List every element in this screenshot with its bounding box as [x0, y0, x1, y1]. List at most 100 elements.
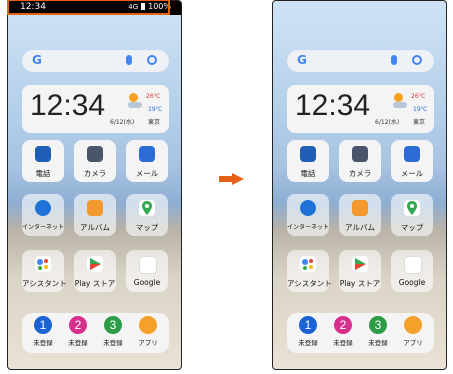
slot1-label: 未登録: [33, 339, 53, 347]
dock: 1 未登録 2 未登録 3 未登録 アプリ: [287, 313, 434, 353]
cloud-icon: [128, 102, 142, 108]
slot3-number: 3: [369, 316, 387, 334]
camera-icon: [87, 146, 103, 162]
temp-low: 19℃: [148, 106, 163, 113]
slot1-number: 1: [34, 316, 52, 334]
phone-icon: [300, 146, 316, 162]
app-camera-label: カメラ: [348, 169, 372, 178]
album-icon: [352, 200, 368, 216]
status-bar-highlight: [7, 0, 170, 15]
slot3-label: 未登録: [103, 339, 123, 347]
app-album-label: アルバム: [345, 223, 375, 232]
dock-slot-3[interactable]: 3 未登録: [361, 316, 395, 350]
slot2-number: 2: [69, 316, 87, 334]
app-playstore-label: Play ストア: [339, 279, 381, 288]
app-camera[interactable]: カメラ: [339, 140, 381, 182]
dock-apps[interactable]: アプリ: [396, 316, 430, 350]
app-mail-label: メール: [135, 169, 159, 178]
apps-grid-icon: [139, 316, 157, 334]
app-phone[interactable]: 電話: [287, 140, 329, 182]
dock-slot-3[interactable]: 3 未登録: [96, 316, 130, 350]
assistant-icon: [300, 256, 316, 272]
app-album[interactable]: アルバム: [74, 194, 116, 236]
mic-icon[interactable]: [391, 55, 397, 65]
clock-time: 12:34: [30, 89, 106, 122]
dock: 1 未登録 2 未登録 3 未登録 アプリ: [22, 313, 169, 353]
clock-weather-widget[interactable]: 12:34 6/12(水) 26℃ 19℃ 東京: [287, 85, 434, 133]
globe-icon: [35, 200, 51, 216]
slot3-number: 3: [104, 316, 122, 334]
app-album[interactable]: アルバム: [339, 194, 381, 236]
temp-high: 26℃: [411, 93, 426, 100]
app-phone-label: 電話: [300, 169, 316, 178]
mail-icon: [404, 146, 420, 162]
slot3-label: 未登録: [368, 339, 388, 347]
phone-right: G 12:34 6/12(水) 26℃ 19℃ 東京 電話 カメラ メール イン…: [272, 0, 447, 370]
dock-apps[interactable]: アプリ: [131, 316, 165, 350]
app-map-label: マップ: [135, 223, 159, 232]
sun-icon: [129, 93, 138, 102]
globe-icon: [300, 200, 316, 216]
app-playstore[interactable]: Play ストア: [339, 250, 381, 292]
app-google-label: Google: [398, 278, 426, 287]
app-camera-label: カメラ: [83, 169, 107, 178]
app-internet[interactable]: インターネット: [22, 194, 64, 236]
apps-grid-icon: [404, 316, 422, 334]
map-pin-icon: [404, 200, 420, 216]
google-g-icon: G: [297, 53, 307, 67]
google-g-icon: G: [32, 53, 42, 67]
slot1-number: 1: [299, 316, 317, 334]
google-search-bar[interactable]: G: [22, 50, 169, 72]
clock-date: 6/12(水): [375, 119, 400, 126]
app-internet-label: インターネット: [287, 224, 330, 231]
mail-icon: [139, 146, 155, 162]
temp-low: 19℃: [413, 106, 428, 113]
camera-icon: [352, 146, 368, 162]
slot2-label: 未登録: [68, 339, 88, 347]
app-mail-label: メール: [400, 169, 424, 178]
dock-slot-2[interactable]: 2 未登録: [326, 316, 360, 350]
app-assistant-label: アシスタント: [22, 279, 67, 288]
app-map[interactable]: マップ: [126, 194, 168, 236]
dock-slot-1[interactable]: 1 未登録: [26, 316, 60, 350]
app-google-folder[interactable]: Google: [391, 250, 433, 292]
apps-label: アプリ: [403, 339, 423, 347]
apps-label: アプリ: [138, 339, 158, 347]
app-mail[interactable]: メール: [126, 140, 168, 182]
lens-icon[interactable]: [147, 55, 157, 65]
app-internet[interactable]: インターネット: [287, 194, 329, 236]
app-mail[interactable]: メール: [391, 140, 433, 182]
play-store-icon: [87, 256, 103, 272]
clock-date: 6/12(水): [110, 119, 135, 126]
app-phone-label: 電話: [35, 169, 51, 178]
slot2-label: 未登録: [333, 339, 353, 347]
app-playstore[interactable]: Play ストア: [74, 250, 116, 292]
clock-weather-widget[interactable]: 12:34 6/12(水) 26℃ 19℃ 東京: [22, 85, 169, 133]
play-store-icon: [352, 256, 368, 272]
phone-icon: [35, 146, 51, 162]
phone-left: 12:34 4G 100% G 12:34 6/12(水) 26℃ 19℃ 東京…: [7, 0, 182, 370]
mic-icon[interactable]: [126, 55, 132, 65]
slot1-label: 未登録: [298, 339, 318, 347]
app-assistant[interactable]: アシスタント: [22, 250, 67, 292]
arrow-icon: [219, 173, 244, 185]
weather-city: 東京: [413, 119, 426, 126]
sun-icon: [394, 93, 403, 102]
dock-slot-1[interactable]: 1 未登録: [291, 316, 325, 350]
app-google-folder[interactable]: Google: [126, 250, 168, 292]
google-search-bar[interactable]: G: [287, 50, 434, 72]
app-camera[interactable]: カメラ: [74, 140, 116, 182]
map-pin-icon: [139, 200, 155, 216]
weather-city: 東京: [148, 119, 161, 126]
dock-slot-2[interactable]: 2 未登録: [61, 316, 95, 350]
app-map-label: マップ: [400, 223, 424, 232]
app-phone[interactable]: 電話: [22, 140, 64, 182]
callout-line: [98, 0, 100, 1]
app-assistant[interactable]: アシスタント: [287, 250, 332, 292]
app-google-label: Google: [133, 278, 161, 287]
google-folder-icon: [139, 256, 157, 274]
app-map[interactable]: マップ: [391, 194, 433, 236]
lens-icon[interactable]: [412, 55, 422, 65]
assistant-icon: [35, 256, 51, 272]
app-album-label: アルバム: [80, 223, 110, 232]
